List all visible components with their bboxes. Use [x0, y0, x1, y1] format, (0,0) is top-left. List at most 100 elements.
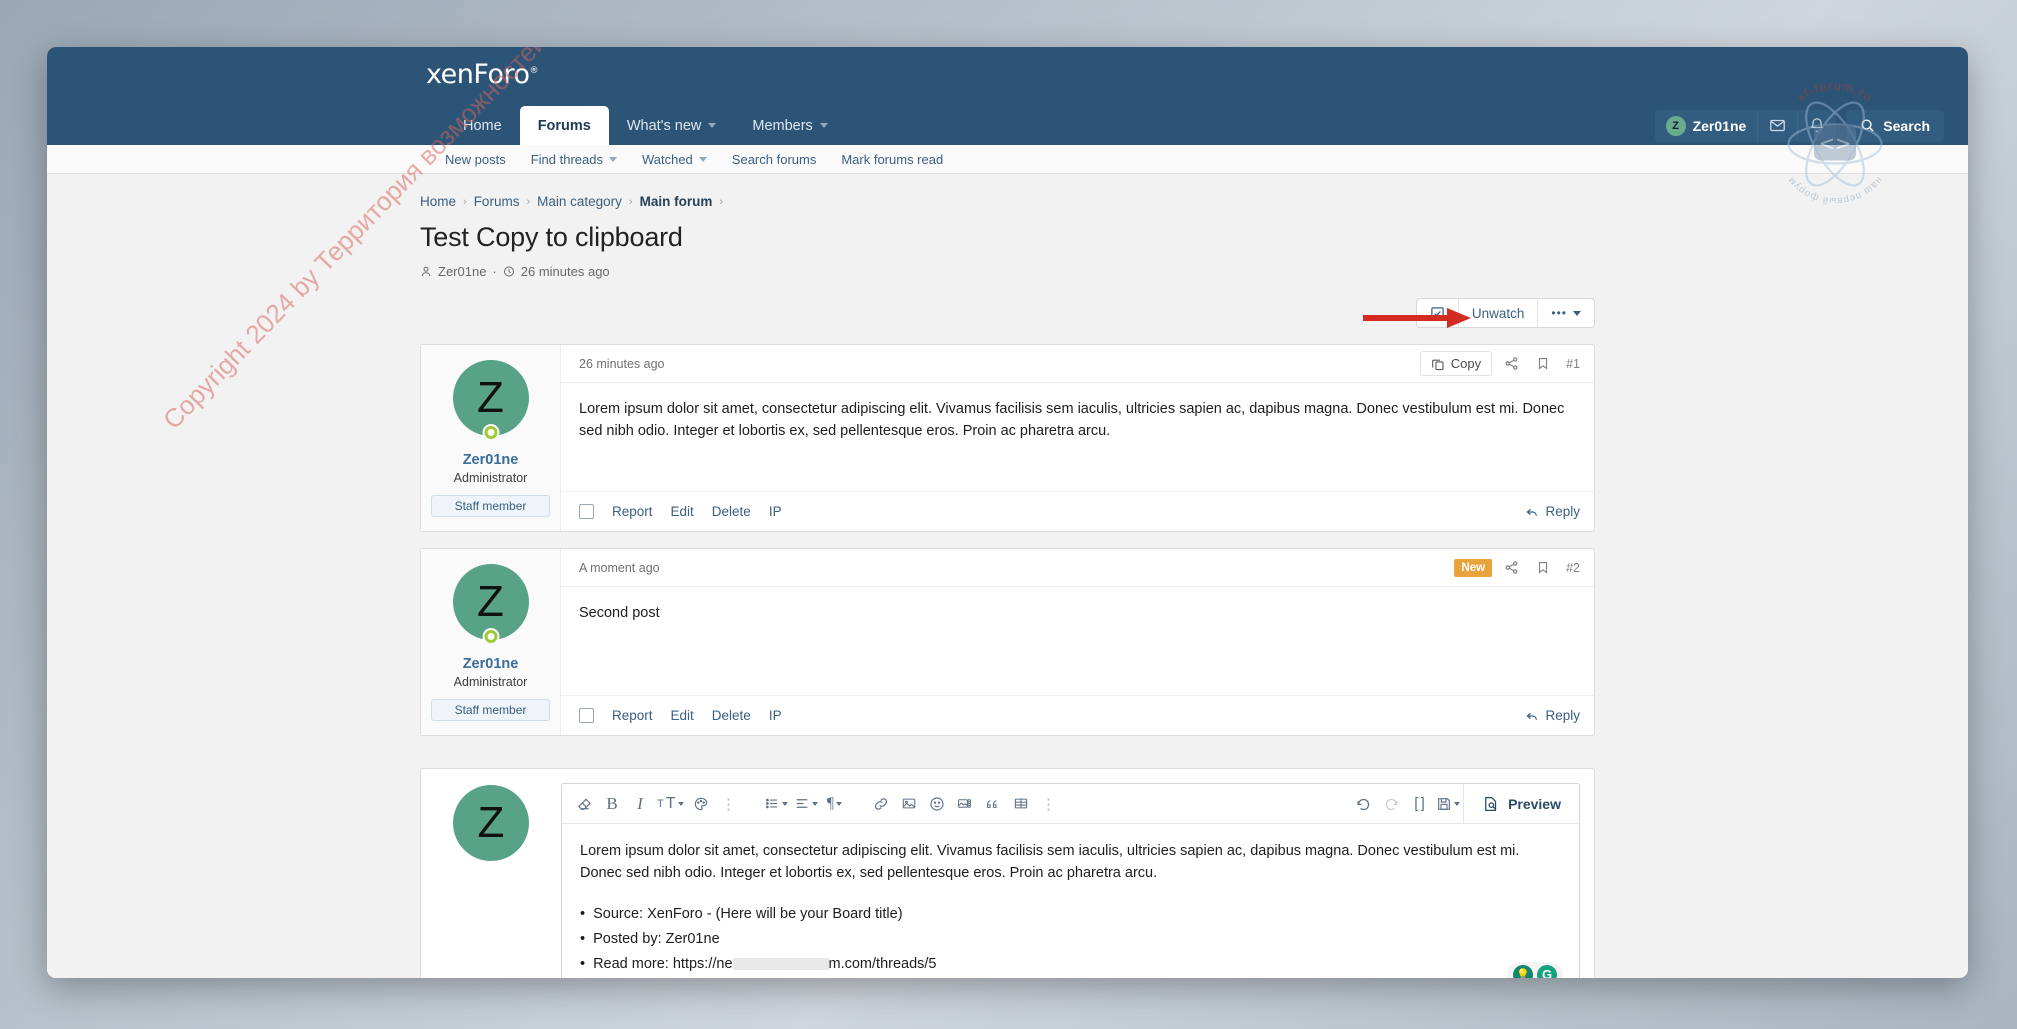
subnav-mark-forums-read[interactable]: Mark forums read	[829, 152, 955, 167]
table-icon[interactable]	[1007, 790, 1035, 818]
bookmark-button[interactable]	[1530, 556, 1556, 580]
nav-tab-whats-new[interactable]: What's new	[609, 106, 735, 145]
post-1: Z Zer01ne Administrator Staff member 26 …	[420, 344, 1595, 532]
nav-tab-members[interactable]: Members	[734, 106, 845, 145]
list-item-text-suffix: m.com/threads/5	[829, 956, 937, 972]
nav-tab-label: Home	[463, 118, 502, 134]
more-inline-icon[interactable]: ⋮	[715, 790, 743, 818]
link-icon[interactable]	[867, 790, 895, 818]
post-header: A moment ago New	[561, 549, 1594, 587]
nav-tab-home[interactable]: Home	[445, 106, 520, 145]
breadcrumb-item-main-category[interactable]: Main category	[537, 194, 622, 209]
nav-tab-forums[interactable]: Forums	[520, 106, 609, 145]
post-author-title: Administrator	[431, 675, 550, 689]
lightbulb-icon[interactable]: 💡	[1513, 965, 1533, 978]
editor-list: Source: XenForo - (Here will be your Boa…	[580, 903, 1561, 975]
list-item-text: Posted by: Zer01ne	[593, 931, 720, 947]
image-icon[interactable]	[895, 790, 923, 818]
user-menu: Z Zer01ne	[1655, 110, 1837, 142]
grammarly-widget[interactable]: 💡 G	[1507, 962, 1563, 978]
align-icon[interactable]	[791, 790, 821, 818]
quote-icon[interactable]	[979, 790, 1007, 818]
subnav-find-threads[interactable]: Find threads	[519, 152, 629, 167]
post-number[interactable]: #1	[1562, 357, 1580, 371]
post-select-checkbox[interactable]	[579, 504, 594, 519]
post-select-checkbox[interactable]	[579, 708, 594, 723]
search-button[interactable]: Search	[1846, 110, 1944, 142]
post-footer: Report Edit Delete IP Reply	[561, 491, 1594, 531]
user-menu-account[interactable]: Z Zer01ne	[1655, 110, 1759, 142]
text-color-icon[interactable]	[687, 790, 715, 818]
bookmark-icon	[1536, 560, 1550, 575]
online-status-icon	[482, 628, 499, 645]
paragraph-icon[interactable]: ¶	[821, 790, 849, 818]
avatar-initial: Z	[478, 798, 505, 848]
reply-label: Reply	[1545, 708, 1580, 723]
list-item: Read more: https://nem.com/threads/5	[580, 953, 1561, 975]
draft-icon[interactable]	[1433, 790, 1463, 818]
grammarly-g-icon[interactable]: G	[1537, 965, 1557, 978]
more-insert-icon[interactable]: ⋮	[1035, 790, 1063, 818]
thread-more-button[interactable]: •••	[1538, 299, 1594, 327]
subnav-label: Find threads	[531, 152, 603, 167]
subnav-new-posts[interactable]: New posts	[445, 152, 518, 167]
share-button[interactable]	[1498, 556, 1524, 580]
post-content: Lorem ipsum dolor sit amet, consectetur …	[561, 383, 1594, 491]
bookmark-button[interactable]	[1530, 352, 1556, 376]
subnav-watched[interactable]: Watched	[630, 152, 719, 167]
ip-link[interactable]: IP	[769, 708, 782, 723]
remove-formatting-icon[interactable]	[570, 790, 598, 818]
bullet-list-icon[interactable]	[761, 790, 791, 818]
editor-textarea[interactable]: Lorem ipsum dolor sit amet, consectetur …	[562, 824, 1579, 978]
edit-link[interactable]: Edit	[671, 504, 694, 519]
search-icon	[1860, 118, 1875, 133]
report-link[interactable]: Report	[612, 708, 653, 723]
subnav-search-forums[interactable]: Search forums	[720, 152, 829, 167]
browser-page-frame: xenForo® Home Forums What's new Members …	[47, 47, 1968, 978]
unwatch-label: Unwatch	[1472, 306, 1525, 321]
emoji-icon[interactable]	[923, 790, 951, 818]
edit-link[interactable]: Edit	[671, 708, 694, 723]
bbcode-icon[interactable]: [ ]	[1405, 790, 1433, 818]
reply-button[interactable]: Reply	[1525, 708, 1580, 723]
bold-icon[interactable]: B	[598, 790, 626, 818]
post-author-title: Administrator	[431, 471, 550, 485]
avatar-initial: Z	[477, 373, 504, 423]
image-glyph	[901, 796, 917, 811]
undo-icon[interactable]	[1349, 790, 1377, 818]
italic-icon[interactable]: I	[626, 790, 654, 818]
more-dots-icon: •••	[1551, 306, 1567, 320]
ip-link[interactable]: IP	[769, 504, 782, 519]
breadcrumb-item-main-forum[interactable]: Main forum	[640, 194, 713, 209]
share-button[interactable]	[1498, 352, 1524, 376]
avatar[interactable]: Z	[453, 564, 529, 640]
breadcrumb-item-forums[interactable]: Forums	[474, 194, 520, 209]
user-icon	[420, 265, 432, 278]
reply-button[interactable]: Reply	[1525, 504, 1580, 519]
subnav-label: New posts	[445, 152, 506, 167]
list-item-text: Source: XenForo - (Here will be your Boa…	[593, 906, 902, 922]
thread-author[interactable]: Zer01ne	[438, 264, 486, 279]
chevron-down-icon	[609, 157, 617, 162]
avatar[interactable]: Z	[453, 785, 529, 861]
preview-button[interactable]: Preview	[1463, 784, 1579, 823]
media-icon[interactable]	[951, 790, 979, 818]
redo-icon[interactable]	[1377, 790, 1405, 818]
avatar[interactable]: Z	[453, 360, 529, 436]
font-size-icon[interactable]: TT	[654, 790, 687, 818]
post-number[interactable]: #2	[1562, 561, 1580, 575]
post-author-name[interactable]: Zer01ne	[431, 656, 550, 672]
report-link[interactable]: Report	[612, 504, 653, 519]
alerts-button[interactable]	[1798, 110, 1836, 142]
post-time[interactable]: 26 minutes ago	[579, 357, 664, 371]
site-logo[interactable]: xenForo®	[426, 59, 538, 90]
copy-button[interactable]: Copy	[1420, 351, 1492, 376]
post-author-name[interactable]: Zer01ne	[431, 452, 550, 468]
breadcrumb-item-home[interactable]: Home	[420, 194, 456, 209]
delete-link[interactable]: Delete	[712, 708, 751, 723]
bell-icon	[1809, 117, 1825, 134]
post-time[interactable]: A moment ago	[579, 561, 660, 575]
delete-link[interactable]: Delete	[712, 504, 751, 519]
smiley-glyph	[929, 796, 945, 812]
inbox-button[interactable]	[1758, 110, 1798, 142]
